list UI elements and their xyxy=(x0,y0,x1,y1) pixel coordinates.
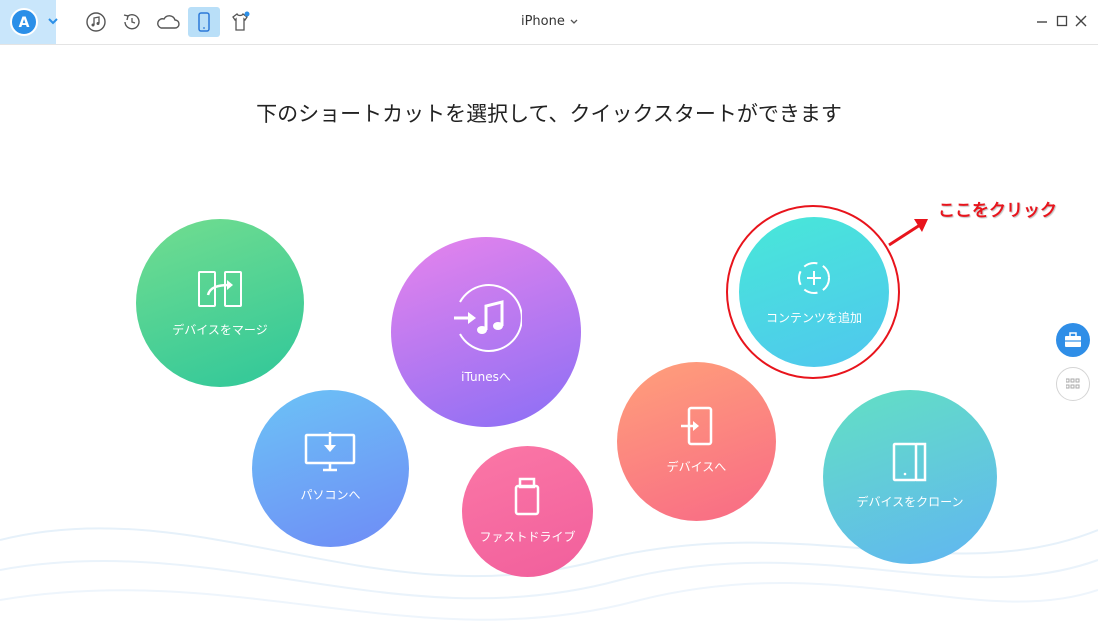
chevron-down-icon xyxy=(570,19,578,24)
minimize-icon[interactable] xyxy=(1035,14,1049,28)
clone-device-button[interactable]: デバイスをクローン xyxy=(823,390,997,564)
add-content-label: コンテンツを追加 xyxy=(765,311,862,325)
music-icon[interactable] xyxy=(85,11,107,33)
device-import-icon xyxy=(681,406,713,446)
grid-icon xyxy=(1066,378,1080,389)
fast-drive-button[interactable]: ファストドライブ xyxy=(462,446,593,577)
fast-drive-label: ファストドライブ xyxy=(479,530,576,544)
restore-icon[interactable] xyxy=(121,11,143,33)
to-device-label: デバイスへ xyxy=(666,460,727,474)
to-computer-label: パソコンへ xyxy=(300,488,361,502)
annotation-arrow-icon xyxy=(888,219,928,247)
toolbox-button[interactable] xyxy=(1056,323,1090,357)
grid-button[interactable] xyxy=(1056,367,1090,401)
merge-devices-label: デバイスをマージ xyxy=(172,323,268,337)
cloud-icon[interactable] xyxy=(155,11,181,33)
app-logo: A xyxy=(10,8,38,36)
annotation-text: ここをクリック xyxy=(938,201,1057,221)
toolbar: A iPhone xyxy=(0,0,1098,45)
itunes-icon xyxy=(454,284,522,352)
to-itunes-label: iTunesへ xyxy=(461,370,511,384)
to-computer-button[interactable]: パソコンへ xyxy=(252,390,409,547)
clone-icon xyxy=(892,442,927,482)
to-device-button[interactable]: デバイスへ xyxy=(617,362,776,521)
clone-device-label: デバイスをクローン xyxy=(856,495,964,509)
chevron-down-icon[interactable] xyxy=(46,14,60,28)
merge-icon xyxy=(198,271,242,307)
device-selector[interactable]: iPhone xyxy=(500,14,600,29)
phone-icon[interactable] xyxy=(193,11,215,33)
toolbox-icon xyxy=(1065,332,1081,347)
close-icon[interactable] xyxy=(1074,14,1088,28)
app-logo-button[interactable]: A xyxy=(0,0,58,44)
device-name: iPhone xyxy=(520,14,565,29)
add-content-button[interactable]: コンテンツを追加 xyxy=(739,217,889,367)
usb-drive-icon xyxy=(514,477,540,516)
page-headline: 下のショートカットを選択して、クイックスタートができます xyxy=(256,102,842,126)
merge-devices-button[interactable]: デバイスをマージ xyxy=(136,219,304,387)
add-content-icon xyxy=(798,262,830,294)
monitor-icon xyxy=(304,432,356,472)
svg-text:A: A xyxy=(19,15,30,31)
shirt-icon[interactable] xyxy=(229,11,251,33)
maximize-icon[interactable] xyxy=(1055,14,1069,28)
to-itunes-button[interactable]: iTunesへ xyxy=(391,237,581,427)
